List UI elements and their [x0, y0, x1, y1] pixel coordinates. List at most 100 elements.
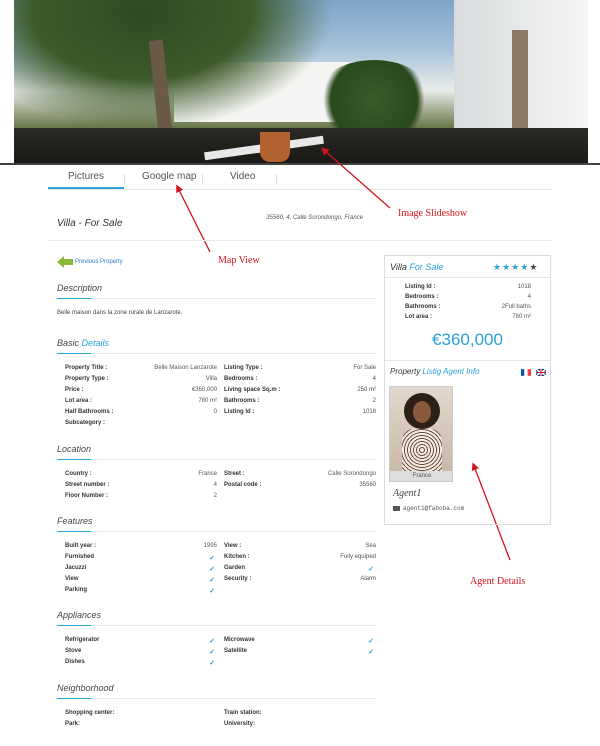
arrow-left-icon — [57, 256, 73, 268]
detail-key: Built year : — [65, 543, 97, 549]
detail-key: Park: — [65, 721, 81, 727]
detail-row: Country : France — [65, 471, 217, 482]
summary-value: 1018 — [517, 284, 531, 290]
property-address: 35560, 4, Calle Sorondongo, France — [266, 215, 363, 221]
detail-value: Calle Sorondongo — [327, 471, 376, 477]
image-slideshow[interactable] — [14, 0, 588, 164]
tab-google-map-label: Google map — [142, 171, 197, 182]
star-icon[interactable]: ★ — [502, 262, 511, 272]
mail-icon — [393, 506, 400, 511]
detail-value: 0 — [213, 409, 217, 415]
detail-key: Furnished — [65, 554, 95, 560]
detail-key: Living space Sq.m : — [224, 387, 281, 393]
check-icon: ✓ — [368, 649, 374, 656]
detail-row: Living space Sq.m : 250 m² — [224, 387, 376, 398]
section-underline — [57, 353, 91, 354]
detail-value: France — [198, 471, 217, 477]
tab-video[interactable]: Video — [230, 171, 255, 189]
detail-key: Refrigerator — [65, 637, 100, 643]
detail-row: Property Type : Villa — [65, 376, 217, 387]
tab-video-label: Video — [230, 171, 256, 182]
detail-value: 35560 — [359, 482, 376, 488]
summary-value: 4 — [527, 294, 531, 300]
detail-key: Lot area : — [65, 398, 93, 404]
summary-title: Villa For Sale — [390, 262, 443, 272]
detail-value: 4 — [372, 376, 376, 382]
detail-key: Train station: — [224, 710, 262, 716]
detail-row: Security : Alarm — [224, 576, 376, 587]
detail-key: Dishes — [65, 659, 85, 665]
section-underline — [57, 625, 91, 626]
summary-value: 2Full baths — [501, 304, 531, 310]
divider — [91, 459, 376, 460]
detail-row: Garden ✓ — [224, 565, 376, 576]
media-tabs: Pictures Google map Video — [48, 168, 552, 190]
detail-key: Listing Id : — [224, 409, 255, 415]
detail-row: View ✓ — [65, 576, 217, 587]
detail-value: 780 m² — [198, 398, 217, 404]
agent-name[interactable]: Agent1 — [393, 488, 421, 499]
neighborhood-heading: Neighborhood — [57, 683, 114, 693]
detail-row: Park: — [65, 721, 217, 732]
rating-stars[interactable]: ★★★★★ — [493, 262, 538, 273]
agent-photo-body — [402, 429, 442, 471]
star-icon[interactable]: ★ — [529, 262, 538, 272]
detail-key: Garden — [224, 565, 246, 571]
detail-row: Postal code : 35560 — [224, 482, 376, 493]
tab-pictures[interactable]: Pictures — [48, 171, 124, 189]
section-underline — [57, 459, 91, 460]
detail-value: 250 m² — [357, 387, 376, 393]
agent-email[interactable]: agent1@faboba.com — [403, 505, 464, 512]
divider — [385, 360, 550, 361]
detail-key: Security : — [224, 576, 252, 582]
french-flag-icon[interactable] — [521, 369, 531, 376]
divider — [91, 353, 376, 354]
summary-key: Bedrooms : — [405, 294, 439, 300]
summary-row: Lot area : 780 m² — [405, 314, 531, 324]
uk-flag-icon[interactable] — [536, 369, 546, 376]
basic-details-heading: Basic Details — [57, 338, 109, 348]
location-heading: Location — [57, 444, 92, 454]
detail-key: Kitchen : — [224, 554, 250, 560]
detail-row: Floor Number : 2 — [65, 493, 217, 504]
tab-separator — [202, 174, 203, 184]
star-icon[interactable]: ★ — [511, 262, 520, 272]
annotation-agent-details: Agent Details — [470, 576, 526, 587]
detail-value: Sea — [365, 543, 376, 549]
previous-property-label: Previous Property — [75, 259, 123, 265]
slideshow-bottom-border — [0, 163, 600, 165]
detail-row: Dishes ✓ — [65, 659, 217, 670]
detail-row: Jacuzzi ✓ — [65, 565, 217, 576]
detail-key: Property Type : — [65, 376, 109, 382]
agent-location: France — [390, 471, 452, 481]
detail-key: Street number : — [65, 482, 110, 488]
annotation-map-view: Map View — [218, 255, 260, 266]
tab-pictures-label: Pictures — [67, 171, 105, 182]
detail-key: Parking — [65, 587, 88, 593]
tab-separator — [276, 174, 277, 184]
check-icon: ✓ — [209, 638, 215, 645]
star-icon[interactable]: ★ — [493, 262, 502, 272]
detail-row: Refrigerator ✓ — [65, 637, 217, 648]
tab-google-map[interactable]: Google map — [142, 171, 196, 189]
detail-row: Built year : 1995 — [65, 543, 217, 554]
summary-price: €360,000 — [432, 330, 503, 349]
detail-key: Half Bathrooms : — [65, 409, 114, 415]
detail-row: Bedrooms : 4 — [224, 376, 376, 387]
basic-details-heading-b: Details — [81, 338, 110, 348]
detail-value: 2 — [372, 398, 376, 404]
divider — [91, 625, 376, 626]
divider — [48, 240, 552, 241]
detail-value: Fully equiped — [340, 554, 376, 560]
detail-key: Price : — [65, 387, 84, 393]
detail-row: Microwave ✓ — [224, 637, 376, 648]
detail-value: 1995 — [203, 543, 217, 549]
star-icon[interactable]: ★ — [520, 262, 529, 272]
detail-row: Price : €360,000 — [65, 387, 217, 398]
detail-key: Bedrooms : — [224, 376, 258, 382]
detail-row: Bathrooms : 2 — [224, 398, 376, 409]
agent-photo[interactable]: France — [389, 386, 453, 482]
annotation-slideshow: Image Slideshow — [398, 208, 468, 219]
detail-value: Belle Maison Lanzarote — [154, 365, 217, 371]
check-icon: ✓ — [368, 566, 374, 573]
